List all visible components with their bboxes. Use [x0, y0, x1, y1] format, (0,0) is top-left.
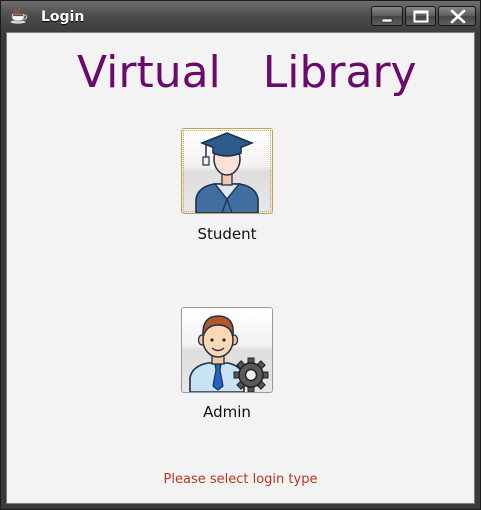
student-login-button[interactable] [181, 128, 273, 214]
close-button[interactable] [438, 6, 476, 26]
login-panel: Virtual Library Student Admin Please sel… [6, 32, 475, 504]
admin-login-button[interactable] [181, 307, 273, 393]
app-title: Virtual Library [77, 47, 417, 98]
graduate-student-icon [195, 132, 259, 213]
minimize-button[interactable] [371, 6, 403, 26]
student-label: Student [197, 225, 257, 243]
admin-label: Admin [203, 403, 251, 421]
login-window: Login Virtual Library Student Admin Plea… [0, 0, 481, 510]
maximize-button[interactable] [405, 6, 436, 26]
title-bar[interactable]: Login [1, 1, 480, 32]
window-title: Login [41, 9, 85, 25]
maximize-icon [413, 10, 429, 23]
coffee-cup-icon [10, 8, 28, 24]
status-message: Please select login type [163, 472, 318, 487]
minimize-icon [381, 18, 393, 23]
close-icon [450, 9, 466, 24]
admin-gear-icon [189, 315, 269, 392]
